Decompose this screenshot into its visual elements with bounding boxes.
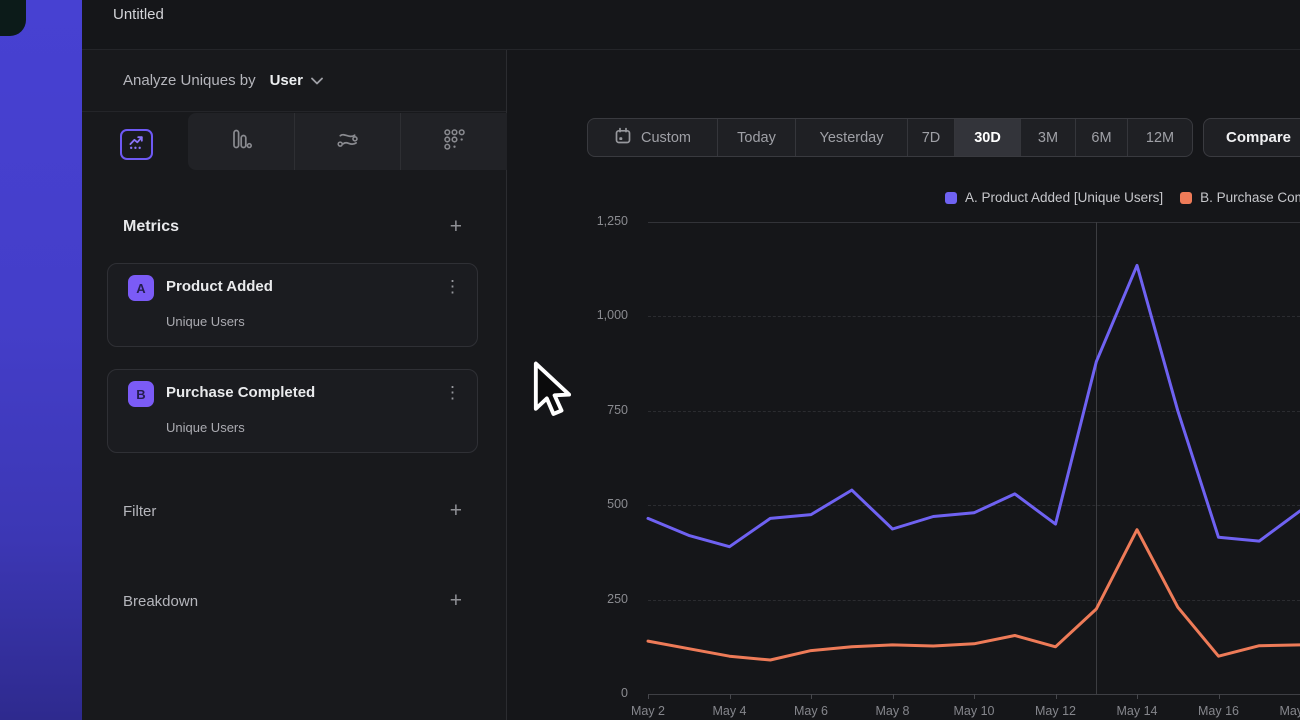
y-axis-label: 750 bbox=[568, 403, 628, 417]
calendar-icon bbox=[614, 127, 632, 149]
compare-button[interactable]: Compare bbox=[1203, 118, 1300, 157]
filter-section: Filter + bbox=[123, 498, 462, 524]
cursor-arrow-icon bbox=[531, 361, 573, 426]
topbar: Untitled bbox=[82, 0, 1300, 50]
breakdown-section: Breakdown + bbox=[123, 588, 462, 614]
range-label: 3M bbox=[1038, 130, 1058, 146]
range-label: 30D bbox=[974, 130, 1001, 146]
metric-name: Product Added bbox=[166, 278, 273, 295]
corner-shape bbox=[0, 0, 26, 36]
range-label: 12M bbox=[1146, 130, 1174, 146]
breakdown-title: Breakdown bbox=[123, 593, 198, 610]
bar-chart-icon bbox=[230, 128, 252, 155]
x-axis-label: May 8 bbox=[863, 704, 923, 718]
range-button-30d[interactable]: 30D bbox=[954, 119, 1020, 156]
y-axis-label: 250 bbox=[568, 592, 628, 606]
range-button-12m[interactable]: 12M bbox=[1127, 119, 1192, 156]
x-axis-label: May 2 bbox=[618, 704, 678, 718]
metric-card-b[interactable]: B Purchase Completed Unique Users ⋮ bbox=[107, 369, 478, 453]
plot-area[interactable]: 02505007501,0001,250May 2May 4May 6May 8… bbox=[648, 222, 1300, 694]
add-breakdown-button[interactable]: + bbox=[450, 591, 462, 611]
x-axis-label: May 16 bbox=[1189, 704, 1249, 718]
tab-insights[interactable] bbox=[120, 129, 153, 160]
tab-bar-chart[interactable] bbox=[188, 113, 294, 170]
legend-swatch bbox=[945, 192, 957, 204]
x-axis-label: May 10 bbox=[944, 704, 1004, 718]
analyze-label: Analyze Uniques by bbox=[123, 72, 256, 89]
range-button-3m[interactable]: 3M bbox=[1020, 119, 1075, 156]
series-line-a bbox=[648, 265, 1300, 546]
tab-retention[interactable] bbox=[400, 113, 507, 170]
add-filter-button[interactable]: + bbox=[450, 501, 462, 521]
range-button-6m[interactable]: 6M bbox=[1075, 119, 1127, 156]
metrics-title: Metrics bbox=[123, 218, 179, 236]
metric-badge-b: B bbox=[128, 381, 154, 407]
series-line-b bbox=[648, 530, 1300, 660]
x-tick bbox=[1137, 694, 1138, 699]
add-metric-button[interactable]: + bbox=[450, 217, 462, 237]
range-label: 7D bbox=[922, 130, 941, 146]
chart-legend: A. Product Added [Unique Users] B. Purcha… bbox=[945, 190, 1300, 205]
legend-label: B. Purchase Completed [Unique Users] bbox=[1200, 190, 1300, 205]
range-label: Custom bbox=[641, 130, 691, 146]
y-axis-label: 0 bbox=[568, 686, 628, 700]
metrics-header: Metrics + bbox=[123, 214, 462, 240]
x-axis-label: May 6 bbox=[781, 704, 841, 718]
range-button-custom[interactable]: Custom bbox=[588, 119, 717, 156]
x-tick bbox=[1056, 694, 1057, 699]
accent-strip bbox=[0, 0, 82, 720]
range-label: Yesterday bbox=[820, 130, 884, 146]
x-axis-label: May 14 bbox=[1107, 704, 1167, 718]
main-area: Custom Today Yesterday 7D 30D 3M 6M 12M … bbox=[507, 50, 1300, 720]
series-lines bbox=[648, 222, 1300, 694]
x-tick bbox=[1219, 694, 1220, 699]
x-tick bbox=[730, 694, 731, 699]
x-tick bbox=[974, 694, 975, 699]
metric-card-a[interactable]: A Product Added Unique Users ⋮ bbox=[107, 263, 478, 347]
x-axis-label: May 4 bbox=[700, 704, 760, 718]
legend-label: A. Product Added [Unique Users] bbox=[965, 190, 1163, 205]
x-axis-label: May 12 bbox=[1026, 704, 1086, 718]
metric-name: Purchase Completed bbox=[166, 384, 315, 401]
x-axis-label: May 18 bbox=[1270, 704, 1300, 718]
analyze-value-dropdown[interactable]: User bbox=[270, 72, 303, 89]
legend-item[interactable]: A. Product Added [Unique Users] bbox=[945, 190, 1163, 205]
date-range-segmented: Custom Today Yesterday 7D 30D 3M 6M 12M bbox=[587, 118, 1193, 157]
metric-subtitle[interactable]: Unique Users bbox=[166, 420, 245, 435]
chevron-down-icon[interactable] bbox=[311, 77, 323, 85]
x-tick bbox=[648, 694, 649, 699]
metric-badge-a: A bbox=[128, 275, 154, 301]
insights-line-chart-icon bbox=[128, 134, 145, 156]
y-axis-label: 500 bbox=[568, 497, 628, 511]
kebab-menu-icon[interactable]: ⋮ bbox=[444, 277, 461, 297]
range-label: Today bbox=[737, 130, 776, 146]
x-tick bbox=[893, 694, 894, 699]
x-tick bbox=[811, 694, 812, 699]
flows-icon bbox=[336, 128, 359, 156]
range-button-7d[interactable]: 7D bbox=[907, 119, 954, 156]
y-axis-label: 1,000 bbox=[568, 308, 628, 322]
y-axis-label: 1,250 bbox=[568, 214, 628, 228]
retention-dots-icon bbox=[443, 128, 466, 156]
filter-title: Filter bbox=[123, 503, 156, 520]
range-button-today[interactable]: Today bbox=[717, 119, 795, 156]
legend-swatch bbox=[1180, 192, 1192, 204]
range-button-yesterday[interactable]: Yesterday bbox=[795, 119, 907, 156]
tab-flows[interactable] bbox=[294, 113, 401, 170]
sidebar: Analyze Uniques by User bbox=[82, 50, 507, 720]
report-title[interactable]: Untitled bbox=[113, 6, 164, 23]
kebab-menu-icon[interactable]: ⋮ bbox=[444, 383, 461, 403]
chart-type-tabs bbox=[188, 113, 507, 170]
analyze-row: Analyze Uniques by User bbox=[82, 50, 506, 112]
legend-item[interactable]: B. Purchase Completed [Unique Users] bbox=[1180, 190, 1300, 205]
range-label: 6M bbox=[1091, 130, 1111, 146]
metric-subtitle[interactable]: Unique Users bbox=[166, 314, 245, 329]
